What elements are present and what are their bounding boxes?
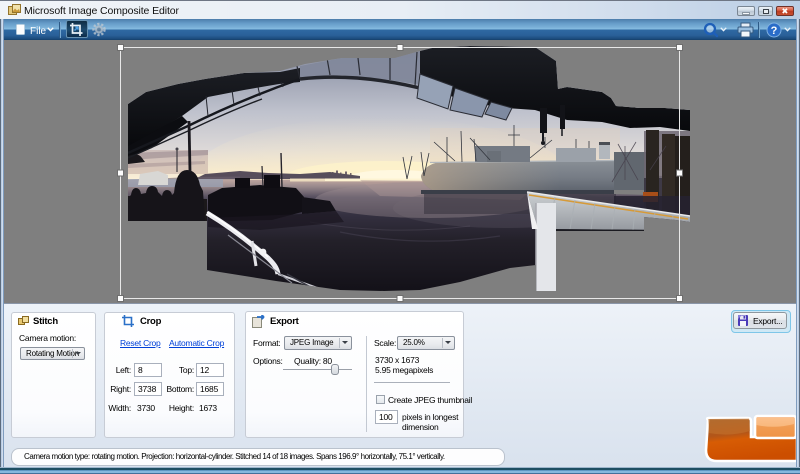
svg-text:?: ? (771, 25, 778, 37)
